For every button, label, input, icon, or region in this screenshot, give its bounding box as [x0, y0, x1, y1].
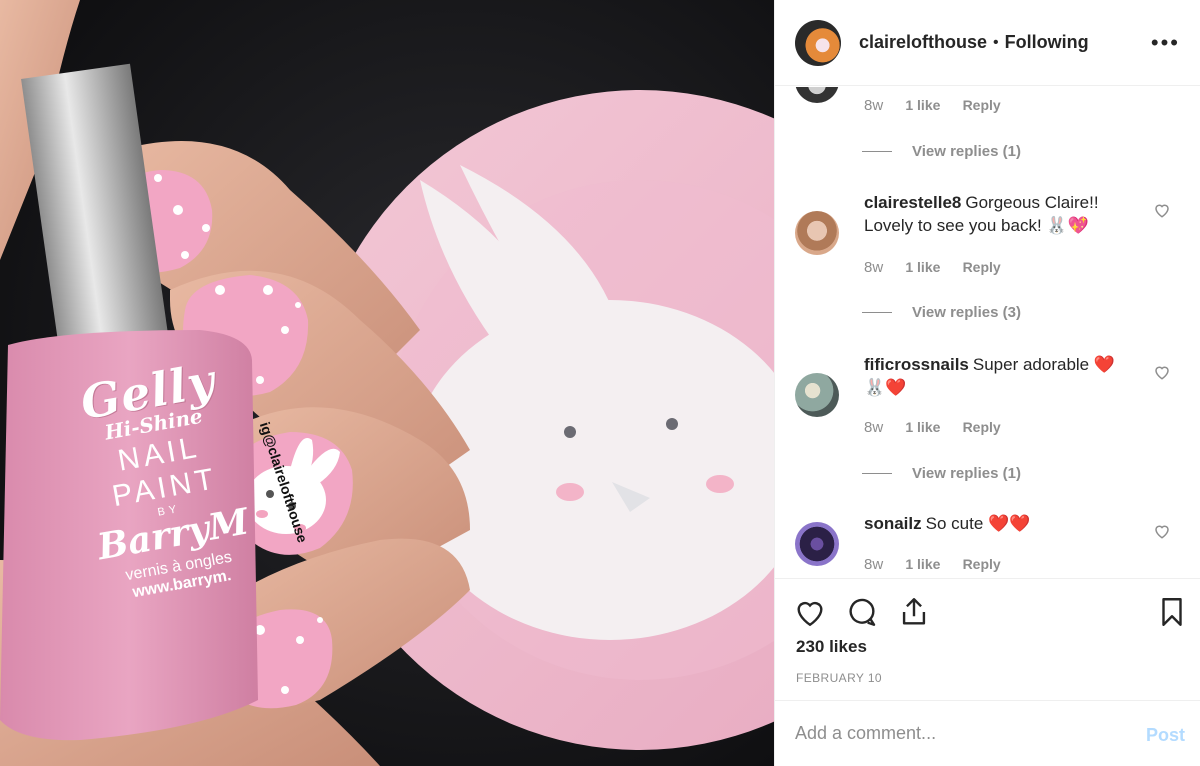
view-replies-label: View replies (1): [912, 143, 1021, 160]
view-replies-button[interactable]: View replies (1): [862, 465, 1021, 482]
more-options-icon[interactable]: •••: [1151, 30, 1180, 56]
comment-time[interactable]: 8w: [864, 97, 883, 114]
comment-reply-button[interactable]: Reply: [963, 419, 1001, 435]
commenter-username[interactable]: sonailz: [864, 514, 922, 533]
comments-list[interactable]: 8w 1 like Reply View replies (1) claires…: [775, 87, 1200, 578]
post-side-panel: clairelofthouse • Following ••• 8w 1 lik…: [774, 0, 1200, 766]
comment-time[interactable]: 8w: [864, 419, 883, 436]
comment-meta: 8w 1 like Reply: [864, 556, 1019, 573]
comment-body: clairestelle8 Gorgeous Claire!! Lovely to…: [864, 191, 1139, 237]
view-replies-button[interactable]: View replies (1): [862, 143, 1021, 160]
comment-bubble-icon[interactable]: [845, 595, 879, 629]
add-comment-input[interactable]: [795, 723, 1125, 744]
comment-reply-button[interactable]: Reply: [963, 259, 1001, 275]
view-replies-label: View replies (1): [912, 465, 1021, 482]
post-date: FEBRUARY 10: [796, 671, 882, 685]
polish-label: Gelly Hi-Shine NAIL PAINT BY BarryM vern…: [30, 345, 297, 613]
header-separator: •: [993, 33, 999, 51]
comment-body: sonailz So cute ❤️❤️: [864, 512, 1139, 535]
share-icon[interactable]: [897, 595, 931, 629]
view-replies-line: [862, 473, 892, 474]
comment-time[interactable]: 8w: [864, 556, 883, 573]
comment-like-heart-icon[interactable]: [1153, 201, 1171, 219]
comment-meta: 8w 1 like Reply: [864, 97, 1019, 114]
likes-count[interactable]: 230 likes: [796, 637, 867, 657]
following-button[interactable]: Following: [1005, 32, 1089, 53]
commenter-username[interactable]: fificrossnails: [864, 355, 969, 374]
post-actions: 230 likes FEBRUARY 10: [775, 578, 1200, 700]
comment-likes[interactable]: 1 like: [905, 419, 940, 435]
comment-likes[interactable]: 1 like: [905, 97, 940, 113]
add-comment-bar: Post: [775, 700, 1200, 766]
comment-text: So cute ❤️❤️: [925, 514, 1031, 533]
post-header: clairelofthouse • Following •••: [775, 0, 1200, 86]
commenter-avatar[interactable]: [795, 211, 839, 255]
view-replies-button[interactable]: View replies (3): [862, 304, 1021, 321]
post-comment-button[interactable]: Post: [1146, 725, 1185, 746]
post-photo[interactable]: Gelly Hi-Shine NAIL PAINT BY BarryM vern…: [0, 0, 774, 766]
commenter-avatar[interactable]: [795, 522, 839, 566]
view-replies-line: [862, 151, 892, 152]
author-avatar[interactable]: [795, 19, 841, 66]
author-username[interactable]: clairelofthouse: [859, 32, 987, 53]
commenter-avatar[interactable]: [795, 87, 839, 103]
comment-likes[interactable]: 1 like: [905, 556, 940, 572]
view-replies-label: View replies (3): [912, 304, 1021, 321]
commenter-avatar[interactable]: [795, 373, 839, 417]
comment-meta: 8w 1 like Reply: [864, 419, 1019, 436]
comment-reply-button[interactable]: Reply: [963, 556, 1001, 572]
like-heart-icon[interactable]: [793, 595, 827, 629]
bookmark-icon[interactable]: [1155, 595, 1189, 629]
comment-meta: 8w 1 like Reply: [864, 259, 1019, 276]
comment-reply-button[interactable]: Reply: [963, 97, 1001, 113]
commenter-username[interactable]: clairestelle8: [864, 193, 961, 212]
comment-body: fificrossnails Super adorable ❤️ 🐰❤️: [864, 353, 1139, 399]
comment-like-heart-icon[interactable]: [1153, 522, 1171, 540]
view-replies-line: [862, 312, 892, 313]
comment-time[interactable]: 8w: [864, 259, 883, 276]
comment-likes[interactable]: 1 like: [905, 259, 940, 275]
comment-like-heart-icon[interactable]: [1153, 363, 1171, 381]
